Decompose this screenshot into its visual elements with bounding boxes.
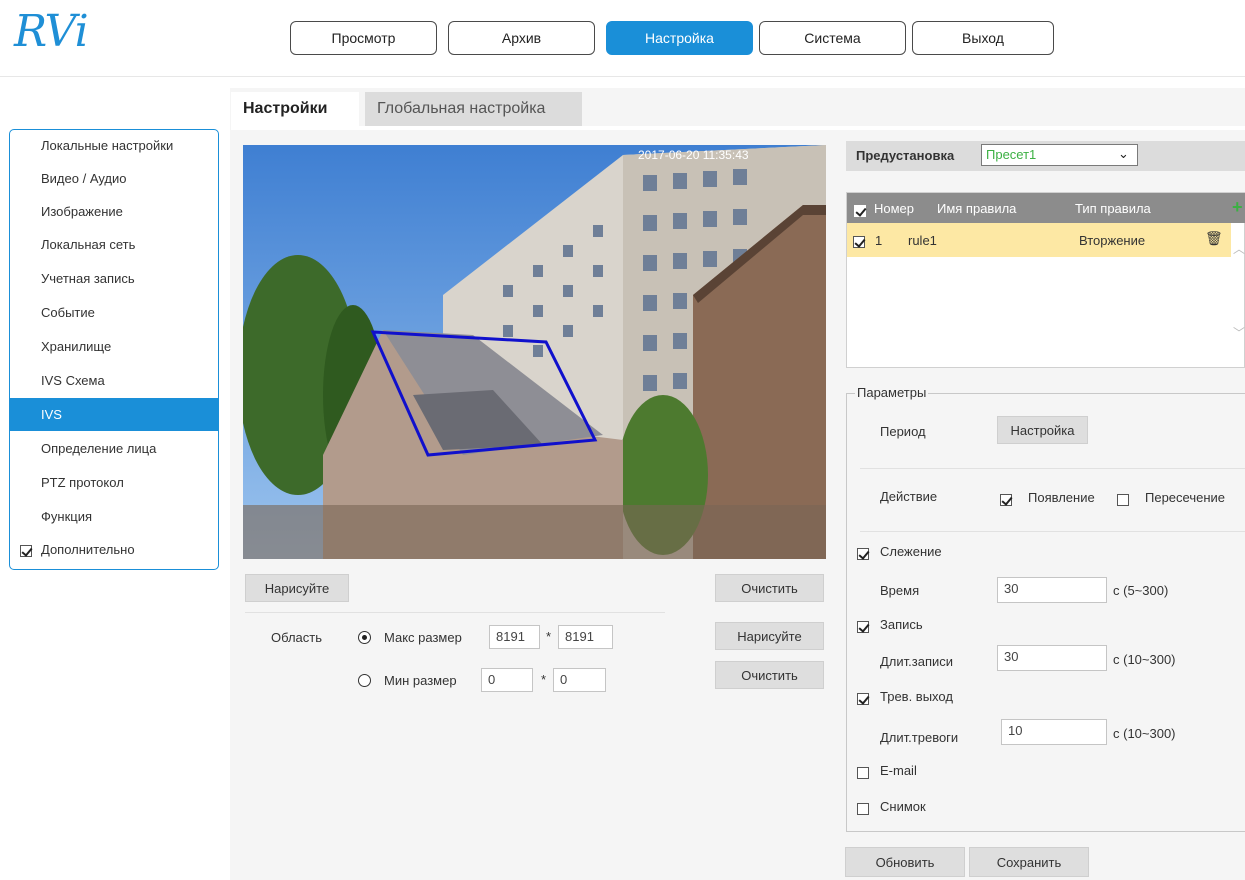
header-rule-name: Имя правила: [937, 201, 1017, 216]
appear-checkbox[interactable]: [1000, 491, 1012, 506]
appear-label: Появление: [1028, 490, 1095, 505]
sidebar-item-ptz[interactable]: PTZ протокол: [10, 466, 218, 499]
video-timestamp: 2017-06-20 11:35:43: [638, 148, 749, 162]
time-label: Время: [880, 583, 920, 598]
period-label: Период: [880, 424, 926, 439]
sidebar: Локальные настройки Видео / Аудио Изобра…: [9, 129, 219, 570]
nav-archive-button[interactable]: Архив: [448, 21, 595, 55]
draw-size-button[interactable]: Нарисуйте: [715, 622, 824, 650]
logo: RVi: [14, 6, 89, 57]
preset-value: Пресет1: [986, 147, 1037, 162]
min-size-label: Мин размер: [384, 673, 457, 688]
snapshot-checkbox[interactable]: [857, 800, 869, 815]
nav-view-button[interactable]: Просмотр: [290, 21, 437, 55]
period-setup-button[interactable]: Настройка: [997, 416, 1088, 444]
tab-underline: [231, 126, 1245, 130]
sidebar-item-storage[interactable]: Хранилище: [10, 330, 218, 363]
select-all-checkbox[interactable]: [854, 202, 866, 217]
draw-button[interactable]: Нарисуйте: [245, 574, 349, 602]
alarm-checkbox[interactable]: [857, 690, 869, 705]
params-legend: Параметры: [855, 385, 929, 400]
tab-settings[interactable]: Настройки: [231, 92, 359, 126]
clear-size-button[interactable]: Очистить: [715, 661, 824, 689]
rule-type: Вторжение: [1079, 233, 1146, 248]
params-divider-1: [860, 468, 1245, 469]
sidebar-item-event[interactable]: Событие: [10, 296, 218, 329]
time-range: с (5~300): [1113, 583, 1169, 598]
tracking-label: Слежение: [880, 544, 942, 559]
sidebar-item-face-detection[interactable]: Определение лица: [10, 432, 218, 465]
advanced-label: Дополнительно: [41, 542, 135, 557]
sidebar-item-image[interactable]: Изображение: [10, 195, 218, 228]
sidebar-item-video-audio[interactable]: Видео / Аудио: [10, 162, 218, 195]
cross-label: Пересечение: [1145, 490, 1226, 505]
time-input[interactable]: 30: [997, 577, 1107, 603]
email-label: E-mail: [880, 763, 917, 778]
min-height-input[interactable]: 0: [553, 668, 606, 692]
snapshot-label: Снимок: [880, 799, 926, 814]
save-button[interactable]: Сохранить: [969, 847, 1089, 877]
rules-scrollbar[interactable]: ︿ ﹀: [1233, 240, 1245, 340]
header-number: Номер: [874, 201, 915, 216]
drawing-divider: [245, 612, 665, 613]
video-preview[interactable]: 2017-06-20 11:35:43: [243, 145, 826, 559]
nav-exit-button[interactable]: Выход: [912, 21, 1054, 55]
record-duration-input[interactable]: 30: [997, 645, 1107, 671]
record-duration-label: Длит.записи: [880, 654, 954, 669]
action-label: Действие: [880, 489, 938, 504]
min-size-radio[interactable]: [358, 674, 371, 687]
add-rule-icon[interactable]: +: [1232, 197, 1243, 218]
nav-system-button[interactable]: Система: [759, 21, 906, 55]
trash-icon[interactable]: 🗑: [1205, 230, 1223, 247]
sidebar-item-function[interactable]: Функция: [10, 500, 218, 533]
max-height-input[interactable]: 8191: [558, 625, 613, 649]
rules-table-header: Номер Имя правила Тип правила +: [847, 193, 1245, 223]
max-size-label: Макс размер: [384, 630, 462, 645]
rule-row[interactable]: 1 rule1 Вторжение 🗑: [847, 223, 1231, 257]
sidebar-item-ivs-scheme[interactable]: IVS Схема: [10, 364, 218, 397]
sidebar-item-network[interactable]: Локальная сеть: [10, 228, 218, 261]
rule-number: 1: [875, 233, 883, 248]
alarm-duration-label: Длит.тревоги: [880, 730, 959, 745]
email-checkbox[interactable]: [857, 764, 869, 779]
sidebar-item-account[interactable]: Учетная запись: [10, 262, 218, 295]
advanced-checkbox[interactable]: [20, 542, 32, 557]
times-sign-min: *: [541, 672, 547, 687]
record-checkbox[interactable]: [857, 618, 869, 633]
clear-button[interactable]: Очистить: [715, 574, 824, 602]
sidebar-item-local-settings[interactable]: Локальные настройки: [10, 129, 218, 162]
nav-settings-button[interactable]: Настройка: [606, 21, 753, 55]
header-divider: [0, 76, 1245, 77]
chevron-down-icon: ⌄: [1118, 146, 1129, 161]
times-sign: *: [546, 629, 552, 644]
params-divider-2: [860, 531, 1245, 532]
tracking-checkbox[interactable]: [857, 545, 869, 560]
min-width-input[interactable]: 0: [481, 668, 533, 692]
alarm-duration-input[interactable]: 10: [1001, 719, 1107, 745]
alarm-label: Трев. выход: [880, 689, 953, 704]
max-width-input[interactable]: 8191: [489, 625, 540, 649]
sidebar-item-ivs[interactable]: IVS: [10, 398, 218, 431]
rule-checkbox[interactable]: [853, 233, 865, 248]
max-size-radio[interactable]: [358, 631, 371, 644]
alarm-range: с (10~300): [1113, 726, 1176, 741]
camera-scene: 2017-06-20 11:35:43: [243, 145, 826, 559]
area-label: Область: [271, 630, 323, 645]
record-label: Запись: [880, 617, 923, 632]
cross-checkbox[interactable]: [1117, 491, 1129, 506]
header-rule-type: Тип правила: [1075, 201, 1151, 216]
preset-label: Предустановка: [856, 148, 955, 163]
record-range: с (10~300): [1113, 652, 1176, 667]
tab-global-settings[interactable]: Глобальная настройка: [365, 92, 582, 126]
preset-select[interactable]: Пресет1 ⌄: [981, 144, 1138, 166]
refresh-button[interactable]: Обновить: [845, 847, 965, 877]
rule-name: rule1: [908, 233, 937, 248]
